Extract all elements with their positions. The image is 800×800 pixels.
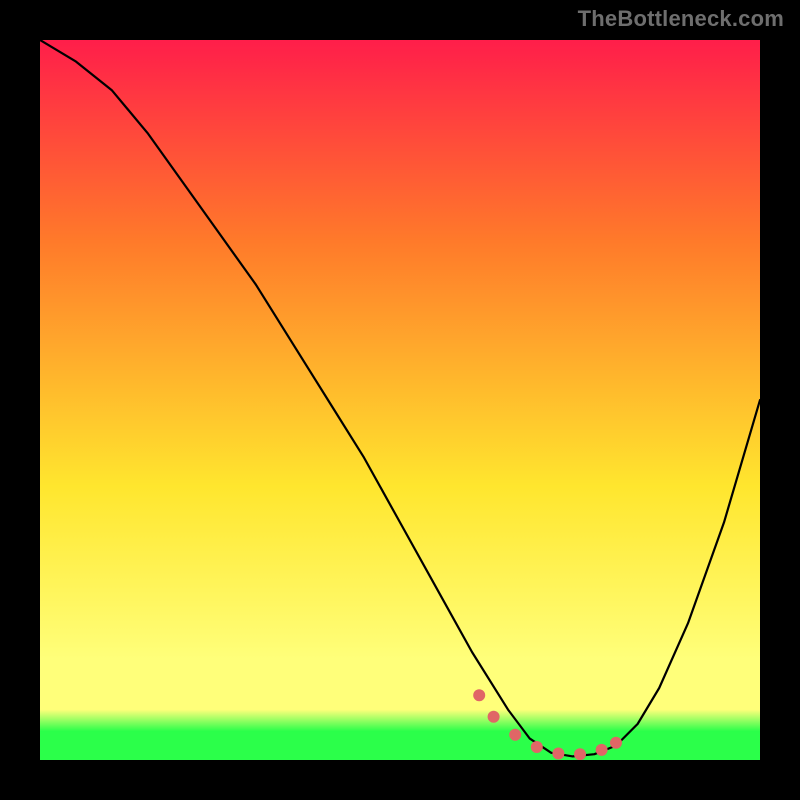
trough-marker <box>531 741 543 753</box>
trough-marker <box>574 748 586 760</box>
trough-marker <box>509 729 521 741</box>
plot-area <box>40 40 760 760</box>
trough-marker <box>596 744 608 756</box>
trough-marker <box>552 748 564 760</box>
gradient-background <box>40 40 760 760</box>
trough-marker <box>473 689 485 701</box>
chart-svg <box>40 40 760 760</box>
trough-marker <box>488 711 500 723</box>
trough-marker <box>610 737 622 749</box>
chart-frame: TheBottleneck.com <box>0 0 800 800</box>
watermark-text: TheBottleneck.com <box>578 6 784 32</box>
